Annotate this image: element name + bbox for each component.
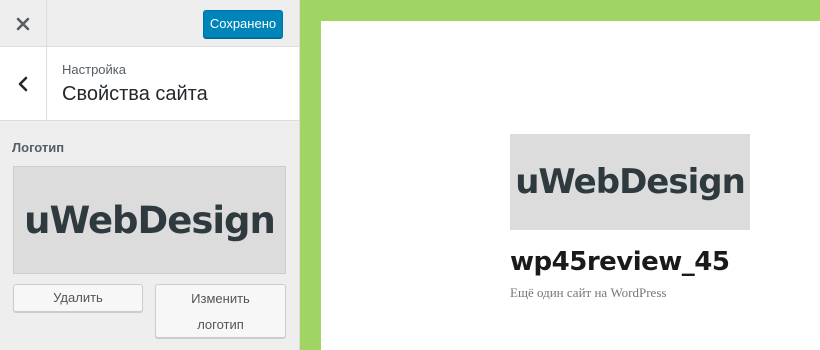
remove-logo-button[interactable]: Удалить bbox=[13, 284, 143, 312]
chevron-left-icon bbox=[18, 76, 28, 91]
close-icon bbox=[16, 17, 30, 30]
preview-page: uWebDesign wp45review_45 Ещё один сайт н… bbox=[321, 21, 820, 350]
logo-image-text: uWebDesign bbox=[24, 198, 276, 242]
site-logo-text: uWebDesign bbox=[515, 162, 746, 202]
logo-label: Логотип bbox=[12, 140, 65, 155]
site-description: Ещё один сайт на WordPress bbox=[510, 285, 667, 300]
site-logo[interactable]: uWebDesign bbox=[510, 134, 750, 230]
change-logo-label-line1: Изменить bbox=[191, 291, 250, 306]
close-button[interactable] bbox=[0, 0, 47, 47]
customizer-sidebar: Сохранено Настройка Свойства сайта Логот… bbox=[0, 0, 300, 350]
breadcrumb: Настройка bbox=[62, 62, 126, 77]
section-header: Настройка Свойства сайта bbox=[0, 47, 299, 121]
site-preview: uWebDesign wp45review_45 Ещё один сайт н… bbox=[300, 0, 820, 350]
customizer-header: Сохранено bbox=[0, 0, 299, 47]
site-title[interactable]: wp45review_45 bbox=[510, 247, 730, 277]
change-logo-button[interactable]: Изменить логотип bbox=[155, 284, 286, 338]
save-button[interactable]: Сохранено bbox=[203, 10, 283, 38]
section-title: Свойства сайта bbox=[62, 83, 208, 105]
logo-thumbnail[interactable]: uWebDesign bbox=[13, 166, 286, 274]
back-button[interactable] bbox=[0, 47, 47, 120]
change-logo-label-line2: логотип bbox=[197, 317, 244, 332]
